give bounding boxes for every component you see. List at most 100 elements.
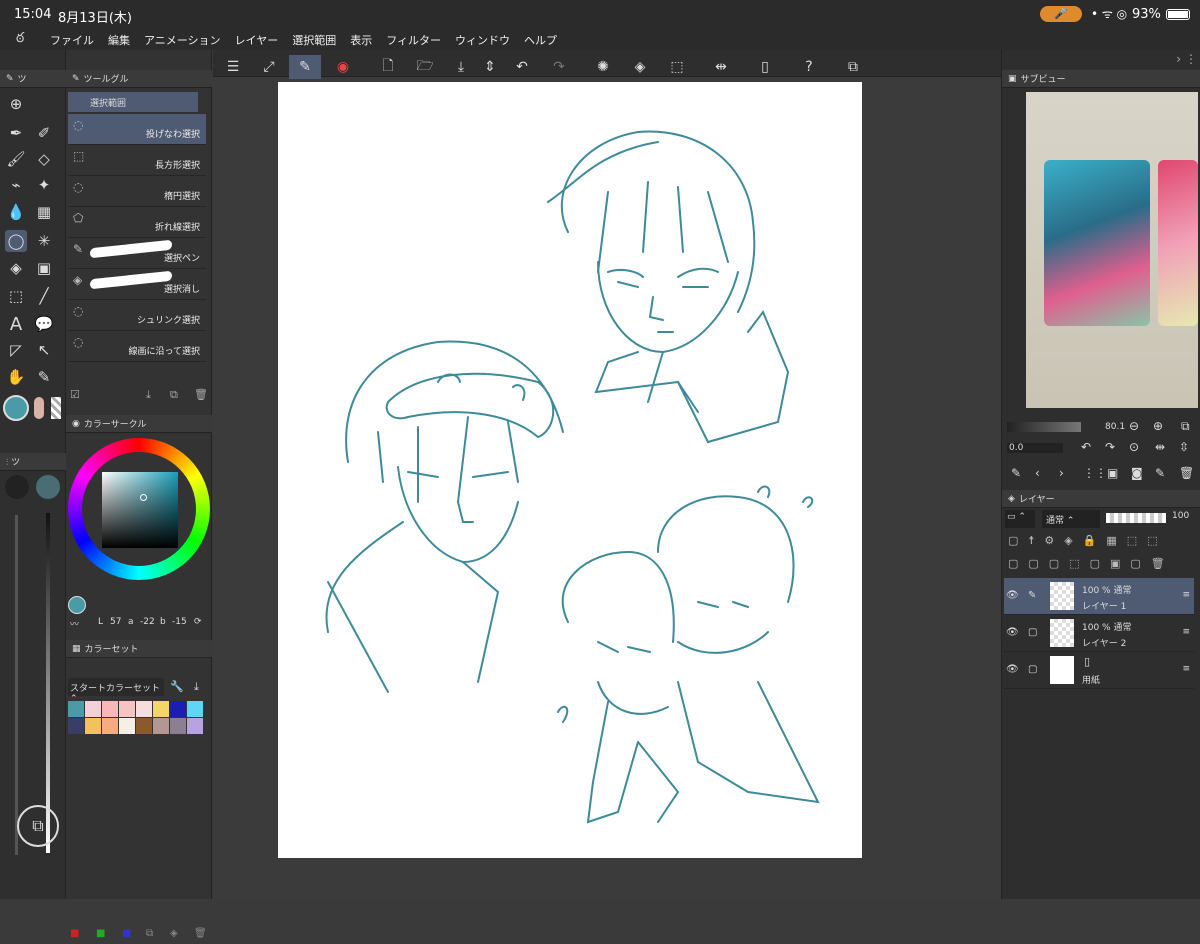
menu-selection[interactable]: 選択範囲 xyxy=(292,32,336,48)
brush-icon[interactable]: 🖌 xyxy=(5,148,27,170)
download-icon[interactable]: ⊕ xyxy=(5,93,27,115)
next-icon[interactable]: › xyxy=(1059,466,1064,480)
trash-icon[interactable]: 🗑 xyxy=(1179,466,1194,480)
color-swatch[interactable] xyxy=(136,701,152,717)
save-icon[interactable]: ⤓ xyxy=(449,55,473,79)
3d-icon[interactable]: ⬚ xyxy=(5,285,27,307)
subtool-follow-line[interactable]: ◌ 線画に沿って選択 xyxy=(68,331,206,362)
decoration-icon[interactable]: ✦ xyxy=(33,174,55,196)
fill-icon[interactable]: ◈ xyxy=(170,928,178,939)
color-swatch[interactable] xyxy=(153,718,169,734)
edit-icon[interactable]: ✎ xyxy=(1155,466,1165,480)
flip-icon[interactable]: ⇹ xyxy=(709,55,733,79)
undo-icon[interactable]: ↶ xyxy=(510,55,534,79)
grid-icon[interactable]: ▦ xyxy=(33,201,55,223)
layer-toolbar-row2[interactable]: ▢▢▢⬚▢▣▢🗑 xyxy=(1008,557,1198,571)
subtool-selection-eraser[interactable]: ◈ 選択消し xyxy=(68,269,206,300)
layer-mode-toggle[interactable]: ▭ ⌃ xyxy=(1005,510,1035,528)
rotate-left-icon[interactable]: ↶ xyxy=(1081,440,1091,454)
fit-icon[interactable]: ⧉ xyxy=(1181,419,1190,434)
color-swatch[interactable] xyxy=(170,718,186,734)
flip-h-icon[interactable]: ⇹ xyxy=(1155,440,1165,454)
subtool-group[interactable]: 選択範囲 xyxy=(68,92,198,112)
checkbox-icon[interactable]: ▢ xyxy=(1028,627,1037,638)
color-swatch[interactable] xyxy=(85,718,101,734)
opacity-slider-track[interactable] xyxy=(46,513,50,853)
color-swatch[interactable] xyxy=(102,718,118,734)
menu-help[interactable]: ヘルプ xyxy=(524,32,557,48)
green-dot-icon[interactable]: ■ xyxy=(96,928,105,939)
wrench-icon[interactable]: 🔧 xyxy=(170,680,184,693)
hamburger-icon[interactable]: ☰ xyxy=(221,55,245,79)
camera-icon[interactable]: ◙ xyxy=(1131,466,1143,480)
loading-icon[interactable]: ✺ xyxy=(591,55,615,79)
brush-size-dot-color[interactable] xyxy=(36,475,60,499)
pen-lock-icon[interactable]: ✎ xyxy=(1028,590,1036,601)
operation-icon[interactable]: ↖ xyxy=(33,339,55,361)
color-swatch[interactable] xyxy=(102,701,118,717)
menu-filter[interactable]: フィルター xyxy=(386,32,441,48)
download-icon[interactable]: ⤓ xyxy=(146,388,151,402)
pin-icon[interactable]: ⋮ xyxy=(1185,52,1197,66)
stepper-icon[interactable]: ⇕ xyxy=(478,55,502,79)
subtool-ellipse[interactable]: ◌ 楕円選択 xyxy=(68,176,206,207)
color-swatch[interactable] xyxy=(187,718,203,734)
eraser-icon[interactable]: ◇ xyxy=(33,148,55,170)
prev-icon[interactable]: ‹ xyxy=(1035,466,1040,480)
window-icon[interactable]: ⧉ xyxy=(841,55,865,79)
saturation-value-square[interactable] xyxy=(102,472,178,548)
grid-view-icon[interactable]: ⋮⋮ xyxy=(1083,466,1107,480)
subtool-polyline[interactable]: ⬠ 折れ線選択 xyxy=(68,207,206,238)
subtool-selection-pen[interactable]: ✎ 選択ペン xyxy=(68,238,206,269)
ruler-icon[interactable]: ◸ xyxy=(5,339,27,361)
blue-dot-icon[interactable]: ■ xyxy=(122,928,131,939)
subview-image[interactable] xyxy=(1026,92,1198,408)
color-swatch[interactable] xyxy=(85,701,101,717)
checkbox-icon[interactable]: ▢ xyxy=(1028,664,1037,675)
import-icon[interactable]: ⤓ xyxy=(194,680,199,694)
text-icon[interactable]: A xyxy=(5,313,27,335)
trash-icon[interactable]: 🗑 xyxy=(194,388,208,401)
redo-icon[interactable]: ↷ xyxy=(547,55,571,79)
record-icon[interactable]: ◉ xyxy=(331,55,355,79)
settings-icon[interactable]: ☑ xyxy=(70,388,80,401)
lasso-tool-icon[interactable]: ◯ xyxy=(5,230,27,252)
smartphone-icon[interactable]: ▯ xyxy=(753,55,777,79)
balloon-icon[interactable]: 💬 xyxy=(33,313,55,335)
red-dot-icon[interactable]: ■ xyxy=(70,928,79,939)
help-icon[interactable]: ? xyxy=(797,55,821,79)
subtool-shrink[interactable]: ◌ シュリンク選択 xyxy=(68,300,206,331)
eyedropper-icon[interactable]: ✎ xyxy=(1011,466,1021,480)
menu-file[interactable]: ファイル xyxy=(50,32,94,48)
eye-icon[interactable]: 👁 xyxy=(1006,590,1019,601)
subtool-rectangle[interactable]: ⬚ 長方形選択 xyxy=(68,145,206,176)
layer-row-paper[interactable]: 👁 ▢ ▯ 用紙 ≡ xyxy=(1004,652,1194,689)
handle-icon[interactable]: ≡ xyxy=(1182,590,1190,600)
zoom-in-icon[interactable]: ⊕ xyxy=(1153,419,1163,433)
brush-size-dot-dark[interactable] xyxy=(5,475,29,499)
trash-icon[interactable]: 🗑 xyxy=(194,928,207,939)
transparent-swatch[interactable] xyxy=(51,397,61,419)
zoom-out-icon[interactable]: ⊖ xyxy=(1129,419,1139,433)
pencil-icon[interactable]: ✐ xyxy=(33,122,55,144)
layer-row-1[interactable]: 👁 ✎ 100 % 通常 レイヤー 1 ≡ xyxy=(1004,578,1194,615)
hand-icon[interactable]: ✋ xyxy=(5,366,27,388)
transform-icon[interactable]: ⬚ xyxy=(665,55,689,79)
fill-selection-icon[interactable]: ◈ xyxy=(628,55,652,79)
modifier-key-icon[interactable]: ⧉ xyxy=(17,805,59,847)
handle-icon[interactable]: ≡ xyxy=(1182,664,1190,674)
new-file-icon[interactable]: 🗋 xyxy=(376,55,400,79)
color-swatch[interactable] xyxy=(170,701,186,717)
image-icon[interactable]: ▣ xyxy=(1107,466,1118,480)
color-swatch[interactable] xyxy=(119,718,135,734)
gradient-icon[interactable]: ▣ xyxy=(33,257,55,279)
collapse-icon[interactable]: › xyxy=(1176,52,1181,66)
sub-color-swatch[interactable] xyxy=(34,397,44,419)
brush-slider-track[interactable] xyxy=(15,515,18,855)
reset-icon[interactable]: ⊙ xyxy=(1129,440,1139,454)
eyedropper-icon[interactable]: ✎ xyxy=(33,366,55,388)
layer-row-2[interactable]: 👁 ▢ 100 % 通常 レイヤー 2 ≡ xyxy=(1004,615,1194,652)
color-swatch[interactable] xyxy=(68,718,84,734)
eye-icon[interactable]: 👁 xyxy=(1006,664,1019,675)
menu-edit[interactable]: 編集 xyxy=(108,32,130,48)
